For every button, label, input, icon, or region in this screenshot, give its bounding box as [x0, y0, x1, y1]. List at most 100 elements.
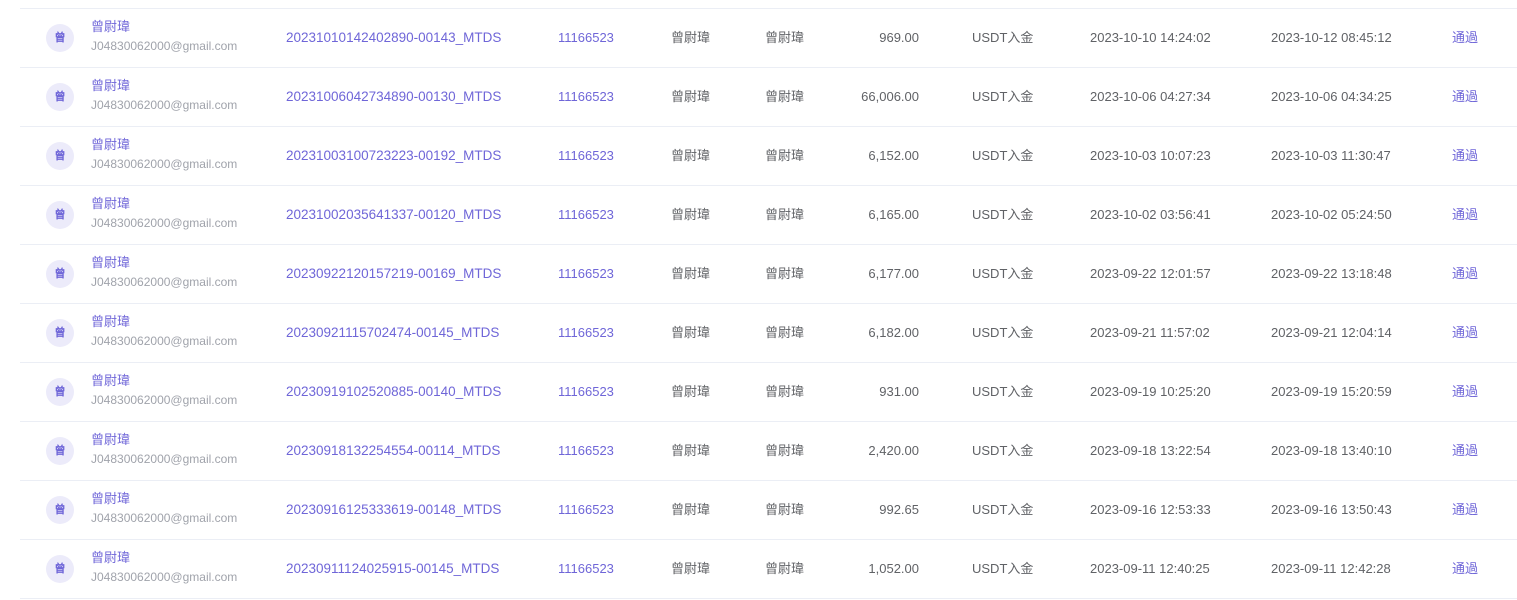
- account-number-link[interactable]: 11166523: [558, 9, 614, 67]
- transaction-type: USDT入金: [972, 561, 1034, 576]
- payer-name: 曾尉瑋: [765, 148, 805, 163]
- account-holder-name: 曾尉瑋: [671, 266, 711, 281]
- processed-time: 2023-10-03 11:30:47: [1271, 148, 1391, 163]
- account-holder-name: 曾尉瑋: [671, 443, 711, 458]
- user-info: 曾尉瑋 J04830062000@gmail.com: [91, 314, 237, 349]
- account-holder-name: 曾尉瑋: [671, 30, 711, 45]
- created-time: 2023-09-16 12:53:33: [1090, 502, 1211, 517]
- order-id-link[interactable]: 20230911124025915-00145_MTDS: [286, 540, 499, 598]
- processed-time: 2023-09-21 12:04:14: [1271, 325, 1392, 340]
- user-info: 曾尉瑋 J04830062000@gmail.com: [91, 373, 237, 408]
- order-id-link[interactable]: 20230916125333619-00148_MTDS: [286, 481, 501, 539]
- status-link[interactable]: 通過: [1452, 245, 1478, 303]
- user-name-link[interactable]: 曾尉瑋: [91, 314, 237, 330]
- amount: 6,152.00: [868, 148, 919, 163]
- amount: 1,052.00: [868, 561, 919, 576]
- created-time: 2023-09-22 12:01:57: [1090, 266, 1211, 281]
- user-name-link[interactable]: 曾尉瑋: [91, 196, 237, 212]
- status-link[interactable]: 通過: [1452, 304, 1478, 362]
- user-info: 曾尉瑋 J04830062000@gmail.com: [91, 550, 237, 585]
- amount: 931.00: [879, 384, 919, 399]
- avatar: 曾: [46, 437, 74, 465]
- status-link[interactable]: 通過: [1452, 9, 1478, 67]
- table-row: 曾 曾尉瑋 J04830062000@gmail.com 20231002035…: [20, 186, 1517, 245]
- avatar: 曾: [46, 496, 74, 524]
- avatar: 曾: [46, 142, 74, 170]
- processed-time: 2023-09-11 12:42:28: [1271, 561, 1391, 576]
- order-id-link[interactable]: 20231002035641337-00120_MTDS: [286, 186, 501, 244]
- status-link[interactable]: 通過: [1452, 481, 1478, 539]
- processed-time: 2023-10-12 08:45:12: [1271, 30, 1392, 45]
- account-number-link[interactable]: 11166523: [558, 127, 614, 185]
- order-id-link[interactable]: 20230919102520885-00140_MTDS: [286, 363, 501, 421]
- processed-time: 2023-09-16 13:50:43: [1271, 502, 1392, 517]
- account-number-link[interactable]: 11166523: [558, 245, 614, 303]
- user-name-link[interactable]: 曾尉瑋: [91, 78, 237, 94]
- created-time: 2023-09-11 12:40:25: [1090, 561, 1210, 576]
- transaction-type: USDT入金: [972, 148, 1034, 163]
- order-id-link[interactable]: 20231006042734890-00130_MTDS: [286, 68, 501, 126]
- user-name-link[interactable]: 曾尉瑋: [91, 137, 237, 153]
- amount: 66,006.00: [861, 89, 919, 104]
- user-name-link[interactable]: 曾尉瑋: [91, 373, 237, 389]
- account-number-link[interactable]: 11166523: [558, 540, 614, 598]
- account-holder-name: 曾尉瑋: [671, 502, 711, 517]
- user-name-link[interactable]: 曾尉瑋: [91, 19, 237, 35]
- order-id-link[interactable]: 20231003100723223-00192_MTDS: [286, 127, 501, 185]
- created-time: 2023-10-03 10:07:23: [1090, 148, 1211, 163]
- created-time: 2023-09-18 13:22:54: [1090, 443, 1211, 458]
- order-id-link[interactable]: 20230922120157219-00169_MTDS: [286, 245, 501, 303]
- avatar: 曾: [46, 319, 74, 347]
- payer-name: 曾尉瑋: [765, 384, 805, 399]
- table-row: 曾 曾尉瑋 J04830062000@gmail.com 20230918132…: [20, 422, 1517, 481]
- avatar: 曾: [46, 24, 74, 52]
- status-link[interactable]: 通過: [1452, 540, 1478, 598]
- user-info: 曾尉瑋 J04830062000@gmail.com: [91, 78, 237, 113]
- avatar: 曾: [46, 201, 74, 229]
- user-email: J04830062000@gmail.com: [91, 511, 238, 525]
- status-link[interactable]: 通過: [1452, 127, 1478, 185]
- account-number-link[interactable]: 11166523: [558, 422, 614, 480]
- order-id-link[interactable]: 20230918132254554-00114_MTDS: [286, 422, 500, 480]
- account-holder-name: 曾尉瑋: [671, 148, 711, 163]
- created-time: 2023-09-19 10:25:20: [1090, 384, 1211, 399]
- user-name-link[interactable]: 曾尉瑋: [91, 255, 237, 271]
- table-row: 曾 曾尉瑋 J04830062000@gmail.com 20230919102…: [20, 363, 1517, 422]
- user-info: 曾尉瑋 J04830062000@gmail.com: [91, 19, 237, 54]
- user-name-link[interactable]: 曾尉瑋: [91, 550, 237, 566]
- amount: 6,182.00: [868, 325, 919, 340]
- account-number-link[interactable]: 11166523: [558, 186, 614, 244]
- processed-time: 2023-10-02 05:24:50: [1271, 207, 1392, 222]
- created-time: 2023-09-21 11:57:02: [1090, 325, 1210, 340]
- order-id-link[interactable]: 20230921115702474-00145_MTDS: [286, 304, 499, 362]
- user-email: J04830062000@gmail.com: [91, 98, 238, 112]
- status-link[interactable]: 通過: [1452, 363, 1478, 421]
- transaction-type: USDT入金: [972, 443, 1034, 458]
- user-info: 曾尉瑋 J04830062000@gmail.com: [91, 432, 237, 467]
- payer-name: 曾尉瑋: [765, 502, 805, 517]
- user-email: J04830062000@gmail.com: [91, 393, 238, 407]
- user-name-link[interactable]: 曾尉瑋: [91, 432, 237, 448]
- amount: 6,165.00: [868, 207, 919, 222]
- avatar: 曾: [46, 83, 74, 111]
- created-time: 2023-10-06 04:27:34: [1090, 89, 1211, 104]
- transaction-type: USDT入金: [972, 266, 1034, 281]
- order-id-link[interactable]: 20231010142402890-00143_MTDS: [286, 9, 501, 67]
- amount: 2,420.00: [868, 443, 919, 458]
- status-link[interactable]: 通過: [1452, 422, 1478, 480]
- user-info: 曾尉瑋 J04830062000@gmail.com: [91, 491, 237, 526]
- avatar: 曾: [46, 260, 74, 288]
- account-number-link[interactable]: 11166523: [558, 304, 614, 362]
- avatar: 曾: [46, 555, 74, 583]
- account-number-link[interactable]: 11166523: [558, 481, 614, 539]
- status-link[interactable]: 通過: [1452, 186, 1478, 244]
- processed-time: 2023-09-19 15:20:59: [1271, 384, 1392, 399]
- account-number-link[interactable]: 11166523: [558, 68, 614, 126]
- status-link[interactable]: 通過: [1452, 68, 1478, 126]
- user-name-link[interactable]: 曾尉瑋: [91, 491, 237, 507]
- transaction-type: USDT入金: [972, 502, 1034, 517]
- account-holder-name: 曾尉瑋: [671, 325, 711, 340]
- payer-name: 曾尉瑋: [765, 325, 805, 340]
- payer-name: 曾尉瑋: [765, 266, 805, 281]
- account-number-link[interactable]: 11166523: [558, 363, 614, 421]
